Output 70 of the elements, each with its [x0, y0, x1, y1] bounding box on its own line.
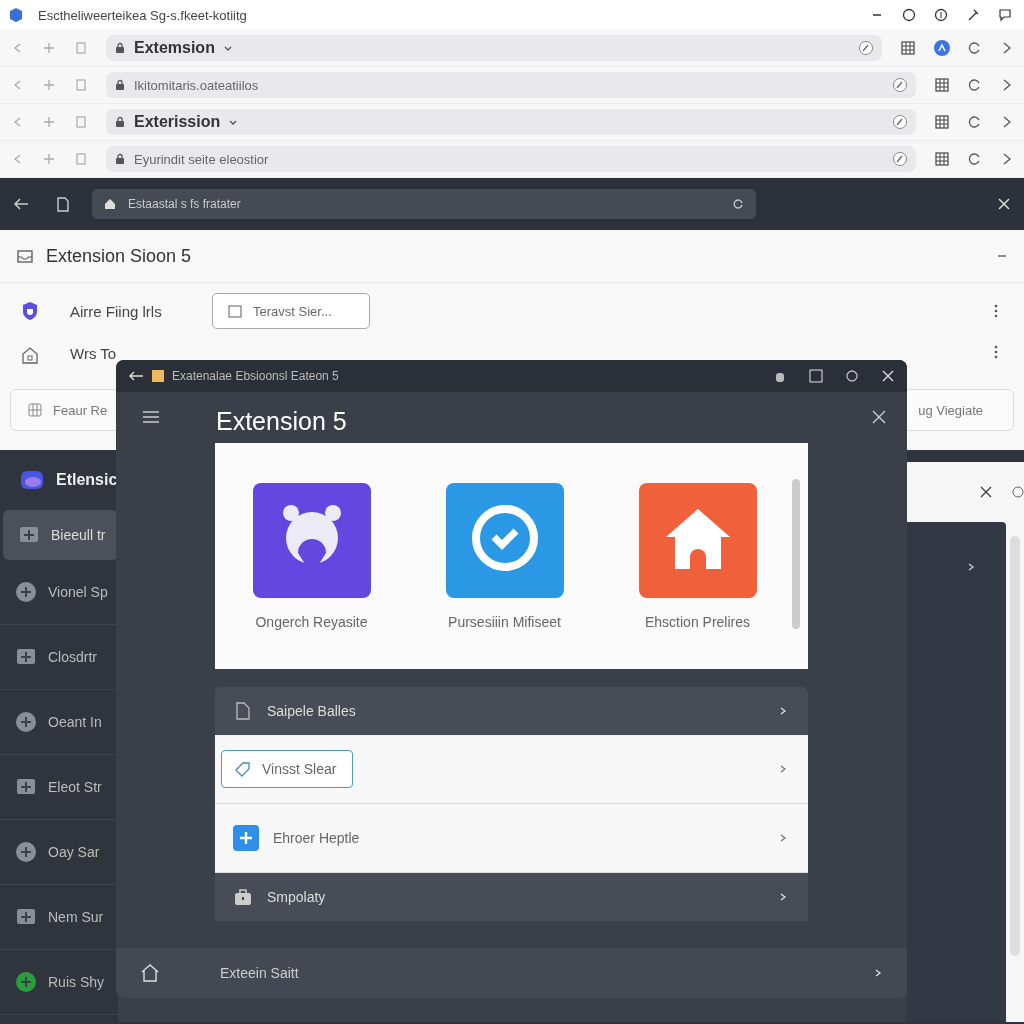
- list-label: Ehroer Heptle: [273, 830, 360, 846]
- panel-title: Extension Sioon 5: [46, 245, 192, 267]
- briefcase-icon: [233, 887, 253, 907]
- chevron-icon: [778, 892, 788, 902]
- scrollbar[interactable]: [1010, 536, 1020, 956]
- inbox-icon: [16, 247, 34, 265]
- list-label: Smpolaty: [267, 889, 326, 905]
- chevron-icon: [778, 706, 788, 716]
- list-label: Saipele Balles: [267, 703, 356, 719]
- list-row[interactable]: Saipele Balles: [215, 687, 808, 735]
- sidebar-item-icon: [14, 970, 38, 994]
- chevron-icon: [778, 764, 788, 774]
- chevron-icon: [966, 562, 976, 572]
- search-button[interactable]: Teravst Sier...: [212, 293, 370, 329]
- grid-icon[interactable]: [934, 114, 950, 130]
- home-icon[interactable]: [140, 963, 160, 983]
- extension-icon[interactable]: [934, 40, 950, 56]
- home-icon: [20, 345, 40, 365]
- sidebar-title: Etlensic: [56, 471, 118, 489]
- app-label: Ehsction Prelires: [644, 613, 750, 630]
- sidebar-item[interactable]: Bieeull tr: [3, 510, 118, 560]
- grid-icon[interactable]: [900, 40, 916, 56]
- grid-icon[interactable]: [934, 151, 950, 167]
- more-icon[interactable]: [994, 304, 998, 318]
- list-row[interactable]: Smpolaty: [215, 873, 808, 921]
- address-field[interactable]: Estaastal s fs fratater: [92, 189, 756, 219]
- sidebar-item-icon: [14, 710, 38, 734]
- shield-icon: [20, 301, 40, 321]
- browser-tab[interactable]: Exterission: [106, 109, 916, 135]
- reload-icon[interactable]: [732, 198, 744, 210]
- chevron-icon[interactable]: [873, 968, 883, 978]
- address-field[interactable]: Eyurindit seite eleostior: [106, 146, 916, 172]
- row-label: Wrs To: [70, 345, 118, 362]
- address-field[interactable]: Ikitomitaris.oateatiilos: [106, 72, 916, 98]
- list-row[interactable]: Vinsst Slear: [215, 735, 808, 804]
- grid-icon[interactable]: [934, 77, 950, 93]
- document-icon: [233, 701, 253, 721]
- close-icon[interactable]: [996, 196, 1012, 212]
- home-icon: [104, 198, 116, 210]
- app-tile-icon[interactable]: [638, 482, 757, 598]
- row-label: Airre Fiing lrls: [70, 302, 163, 320]
- plus-icon: [233, 825, 259, 851]
- app-tile-icon[interactable]: [445, 482, 564, 598]
- close-icon[interactable]: [871, 409, 887, 425]
- tag-icon: [234, 760, 252, 778]
- chevron-icon: [778, 833, 788, 843]
- app-label: Pursesiiin Mifiseet: [448, 613, 561, 630]
- app-icon: [8, 7, 24, 23]
- dialog-title: Exatenalae Ebsioonsl Eateon 5: [172, 369, 339, 383]
- list-row[interactable]: Ehroer Heptle: [215, 804, 808, 873]
- cloud-icon: [20, 468, 44, 492]
- close-icon[interactable]: [978, 484, 994, 500]
- circle-icon[interactable]: [934, 8, 948, 22]
- chat-icon[interactable]: [998, 8, 1012, 22]
- close-icon[interactable]: [881, 369, 895, 383]
- footer-label[interactable]: Exteein Saitt: [220, 965, 299, 981]
- scrollbar[interactable]: [792, 479, 800, 629]
- sidebar-item-icon: [14, 580, 38, 604]
- outlined-button[interactable]: Vinsst Slear: [221, 750, 354, 788]
- app-label: Ongerch Reyasite: [255, 613, 368, 630]
- circle-icon[interactable]: [902, 8, 916, 22]
- menu-icon[interactable]: [142, 408, 160, 426]
- sidebar-item-icon: [14, 840, 38, 864]
- grid-icon: [27, 402, 43, 418]
- window-title: Esctheliweerteikea Sg-s.fkeet-kotiitg: [38, 7, 247, 23]
- page-icon[interactable]: [54, 195, 72, 213]
- more-icon[interactable]: [994, 345, 998, 359]
- window-icon[interactable]: [809, 369, 823, 383]
- browser-tab[interactable]: Extemsion: [106, 35, 882, 61]
- app-tile-icon[interactable]: [252, 482, 371, 598]
